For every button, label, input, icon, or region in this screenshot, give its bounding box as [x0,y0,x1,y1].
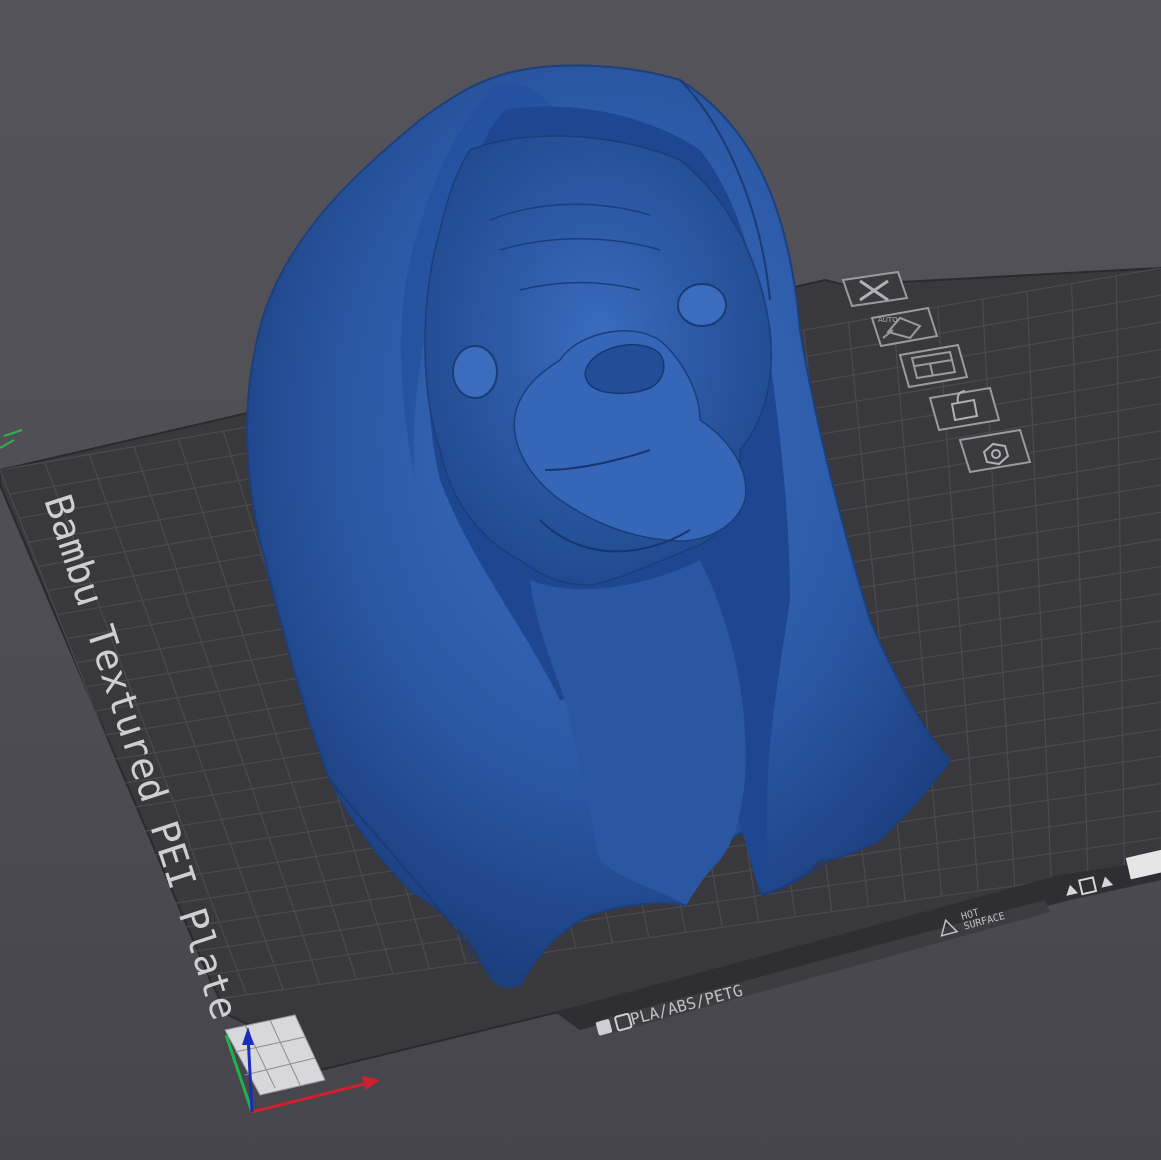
3d-viewport[interactable]: Bambu Textured PEI Plate PLA/ABS/PETG HO… [0,0,1161,1160]
origin-marker-partial [0,429,23,449]
auto-orient-label: AUTO [878,316,898,324]
model-eye-right [677,283,727,327]
axis-x-arrow [362,1076,380,1090]
model-eye-left [452,345,498,399]
